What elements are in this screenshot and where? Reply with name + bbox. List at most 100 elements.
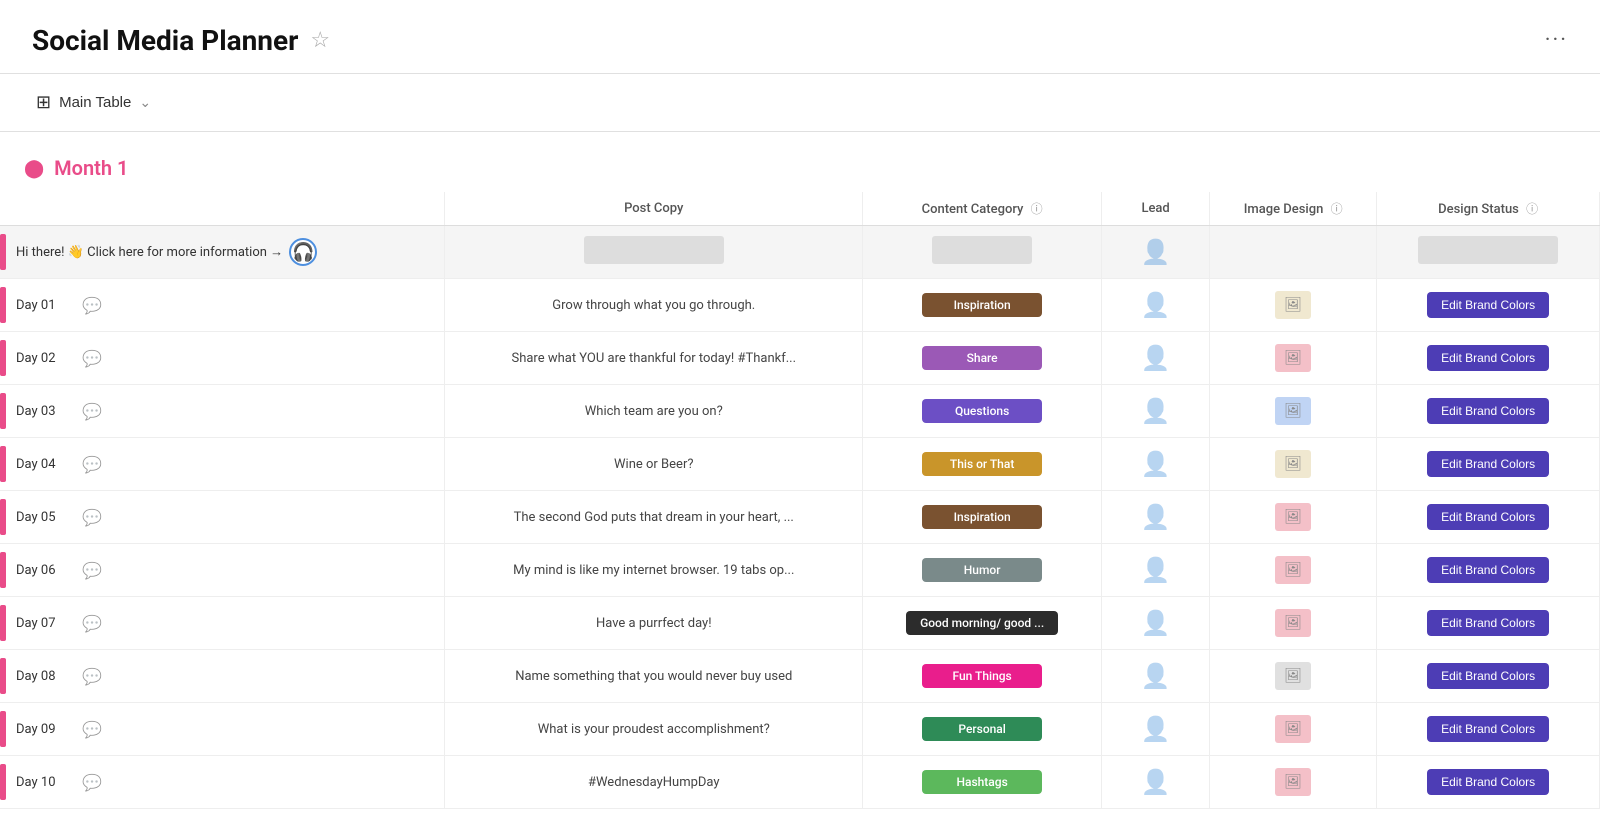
avatar: 👤 bbox=[1141, 662, 1171, 690]
main-table-button[interactable]: ⊞ Main Table ⌄ bbox=[24, 86, 163, 119]
row-name-cell: Hi there! 👋 Click here for more informat… bbox=[0, 226, 445, 279]
image-thumbnail: 🖼 bbox=[1275, 662, 1311, 690]
comment-icon[interactable]: 💬 bbox=[82, 296, 102, 315]
lead-cell: 👤 bbox=[1102, 385, 1210, 438]
row-label: Day 09 bbox=[16, 722, 76, 737]
main-content: ⬤ Month 1 Post Copy Content Category ⓘ L… bbox=[0, 132, 1600, 809]
edit-brand-colors-button[interactable]: Edit Brand Colors bbox=[1427, 610, 1549, 636]
category-badge[interactable]: Share bbox=[922, 346, 1042, 370]
chevron-down-icon: ⌄ bbox=[139, 94, 151, 111]
category-badge[interactable]: Questions bbox=[922, 399, 1042, 423]
row-label: Day 05 bbox=[16, 510, 76, 525]
category-cell: Fun Things bbox=[863, 650, 1102, 703]
edit-brand-colors-button[interactable]: Edit Brand Colors bbox=[1427, 663, 1549, 689]
category-badge[interactable]: Hashtags bbox=[922, 770, 1042, 794]
row-label: Day 03 bbox=[16, 404, 76, 419]
lead-cell: 👤 bbox=[1102, 438, 1210, 491]
col-header-post-copy: Post Copy bbox=[445, 192, 863, 226]
table-row: Day 01 💬 Grow through what you go through.… bbox=[0, 279, 1600, 332]
lead-cell: 👤 bbox=[1102, 491, 1210, 544]
edit-brand-colors-button[interactable]: Edit Brand Colors bbox=[1427, 451, 1549, 477]
app-title: Social Media Planner bbox=[32, 24, 298, 57]
comment-icon[interactable]: 💬 bbox=[82, 561, 102, 580]
design-status-cell: Edit Brand Colors bbox=[1377, 597, 1600, 650]
row-color-bar bbox=[0, 764, 6, 800]
comment-icon[interactable]: 💬 bbox=[82, 402, 102, 421]
table-row: Day 06💬My mind is like my internet brows… bbox=[0, 544, 1600, 597]
category-cell: Questions bbox=[863, 385, 1102, 438]
row-color-bar bbox=[0, 499, 6, 535]
category-badge[interactable]: Humor bbox=[922, 558, 1042, 582]
category-badge[interactable]: Good morning/ good ... bbox=[906, 611, 1058, 635]
comment-icon[interactable]: 💬 bbox=[82, 349, 102, 368]
row-color-bar bbox=[0, 446, 6, 482]
main-table: Post Copy Content Category ⓘ Lead Image … bbox=[0, 192, 1600, 809]
post-copy-text: What is your proudest accomplishment? bbox=[538, 722, 770, 737]
image-thumbnail: 🖼 bbox=[1275, 450, 1311, 478]
category-cell: Good morning/ good ... bbox=[863, 597, 1102, 650]
category-badge[interactable]: Personal bbox=[922, 717, 1042, 741]
row-label: Day 10 bbox=[16, 775, 76, 790]
comment-icon[interactable]: 💬 bbox=[82, 614, 102, 633]
category-cell bbox=[863, 226, 1102, 279]
image-design-cell: 🖼 bbox=[1210, 491, 1377, 544]
row-name-cell: Day 02💬 bbox=[0, 332, 445, 385]
image-thumbnail: 🖼 bbox=[1275, 556, 1311, 584]
post-copy-cell: Have a purrfect day! bbox=[445, 597, 863, 650]
comment-icon[interactable]: 💬 bbox=[82, 667, 102, 686]
post-copy-text: Wine or Beer? bbox=[614, 457, 693, 472]
design-status-cell bbox=[1377, 226, 1600, 279]
app-header: Social Media Planner ☆ ··· bbox=[0, 0, 1600, 74]
category-badge[interactable]: Inspiration bbox=[922, 505, 1042, 529]
edit-brand-colors-button[interactable]: Edit Brand Colors bbox=[1427, 716, 1549, 742]
post-copy-cell: The second God puts that dream in your h… bbox=[445, 491, 863, 544]
image-thumbnail: 🖼 bbox=[1275, 397, 1311, 425]
edit-brand-colors-button[interactable]: Edit Brand Colors bbox=[1427, 345, 1549, 371]
post-copy-cell: My mind is like my internet browser. 19 … bbox=[445, 544, 863, 597]
category-badge[interactable]: Inspiration bbox=[922, 293, 1042, 317]
image-thumbnail: 🖼 bbox=[1275, 344, 1311, 372]
group-header: ⬤ Month 1 bbox=[0, 148, 1600, 188]
group-collapse-icon[interactable]: ⬤ bbox=[24, 158, 44, 179]
edit-brand-colors-button[interactable]: Edit Brand Colors bbox=[1427, 557, 1549, 583]
table-row: Day 09 💬 What is your proudest accomplishm… bbox=[0, 703, 1600, 756]
col-header-row-name bbox=[0, 192, 445, 226]
comment-icon[interactable]: 💬 bbox=[82, 720, 102, 739]
image-design-cell: 🖼 bbox=[1210, 756, 1377, 809]
image-thumbnail: 🖼 bbox=[1275, 503, 1311, 531]
edit-brand-colors-button[interactable]: Edit Brand Colors bbox=[1427, 292, 1549, 318]
post-copy-cell: Name something that you would never buy … bbox=[445, 650, 863, 703]
row-color-bar bbox=[0, 658, 6, 694]
row-name-cell: Day 01 💬 bbox=[0, 279, 445, 332]
design-status-cell: Edit Brand Colors bbox=[1377, 279, 1600, 332]
design-status-cell: Edit Brand Colors bbox=[1377, 703, 1600, 756]
more-options-icon[interactable]: ··· bbox=[1545, 28, 1568, 53]
post-copy-text: #WednesdayHumpDay bbox=[588, 775, 720, 790]
post-copy-text: The second God puts that dream in your h… bbox=[514, 510, 794, 525]
edit-brand-colors-button[interactable]: Edit Brand Colors bbox=[1427, 769, 1549, 795]
post-copy-cell: Which team are you on? bbox=[445, 385, 863, 438]
row-name-cell: Day 03 💬 bbox=[0, 385, 445, 438]
category-badge[interactable]: This or That bbox=[922, 452, 1042, 476]
image-design-cell bbox=[1210, 226, 1377, 279]
row-name-cell: Day 08💬 bbox=[0, 650, 445, 703]
comment-icon[interactable]: 💬 bbox=[82, 773, 102, 792]
table-wrapper: Post Copy Content Category ⓘ Lead Image … bbox=[0, 192, 1600, 809]
table-row: Day 04💬 Wine or Beer? This or That 👤 🖼 Edit B… bbox=[0, 438, 1600, 491]
comment-icon[interactable]: 💬 bbox=[82, 455, 102, 474]
favorite-icon[interactable]: ☆ bbox=[310, 28, 330, 53]
design-status-info-icon: ⓘ bbox=[1526, 202, 1538, 216]
edit-brand-colors-button[interactable]: Edit Brand Colors bbox=[1427, 504, 1549, 530]
row-label: Day 07 bbox=[16, 616, 76, 631]
row-label: Day 01 bbox=[16, 298, 76, 313]
edit-brand-colors-button[interactable]: Edit Brand Colors bbox=[1427, 398, 1549, 424]
table-nav: ⊞ Main Table ⌄ bbox=[0, 74, 1600, 132]
comment-icon[interactable]: 💬 bbox=[82, 508, 102, 527]
row-name-cell: Day 04💬 bbox=[0, 438, 445, 491]
table-row: Day 05 💬 The second God puts that dream in… bbox=[0, 491, 1600, 544]
lead-cell: 👤 bbox=[1102, 226, 1210, 279]
category-badge[interactable]: Fun Things bbox=[922, 664, 1042, 688]
post-copy-cell: Grow through what you go through. bbox=[445, 279, 863, 332]
design-status-cell: Edit Brand Colors bbox=[1377, 544, 1600, 597]
avatar: 👤 bbox=[1141, 768, 1171, 796]
